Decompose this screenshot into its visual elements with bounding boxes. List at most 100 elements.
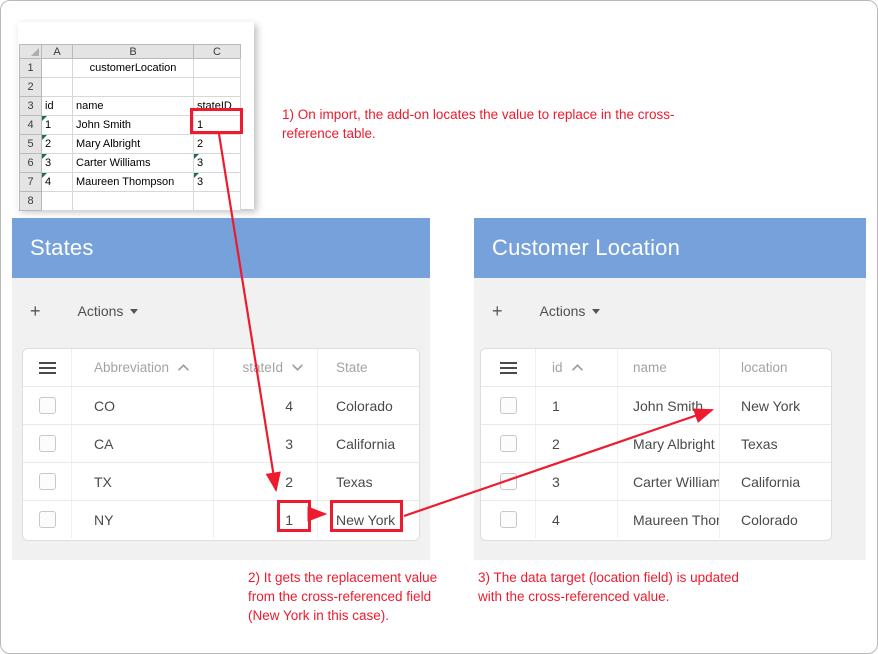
cell-c6: 3	[193, 153, 241, 173]
hamburger-icon	[38, 359, 56, 377]
cell-a4: 1	[41, 115, 73, 135]
error-flag-icon	[42, 135, 47, 140]
row-checkbox[interactable]	[38, 435, 56, 452]
row-checkbox[interactable]	[499, 397, 517, 414]
cell-c2	[193, 77, 241, 97]
table-row: 2 Mary Albright Texas	[481, 424, 831, 462]
cell-c5: 2	[193, 134, 241, 154]
id-cell: 2	[535, 425, 617, 462]
cell-c8	[193, 191, 241, 211]
table-menu-button[interactable]	[23, 349, 71, 386]
column-header-location[interactable]: location	[719, 349, 829, 386]
customer-table-header-row: id name location	[481, 349, 831, 386]
actions-dropdown[interactable]: Actions	[540, 303, 601, 319]
row-checkbox[interactable]	[38, 473, 56, 490]
error-flag-icon	[194, 154, 199, 159]
stateid-cell: 3	[213, 425, 317, 462]
stateid-cell: 4	[213, 387, 317, 424]
abbreviation-cell: NY	[71, 501, 213, 538]
hamburger-icon	[499, 359, 517, 377]
chevron-up-icon	[571, 364, 583, 371]
row-checkbox[interactable]	[499, 473, 517, 490]
chevron-up-icon	[178, 364, 189, 371]
table-row: CA 3 California	[23, 424, 419, 462]
cell-a1	[41, 58, 73, 78]
state-cell: Colorado	[317, 387, 417, 424]
add-record-button[interactable]: +	[492, 302, 503, 320]
row-header: 1	[19, 58, 42, 78]
error-flag-icon	[42, 154, 47, 159]
column-header-abbreviation[interactable]: Abbreviation	[71, 349, 213, 386]
table-menu-button[interactable]	[481, 349, 535, 386]
row-header: 3	[19, 96, 42, 116]
cell-c1	[193, 58, 241, 78]
highlight-box-source-value	[190, 108, 243, 134]
states-toolbar: + Actions	[12, 278, 430, 320]
id-cell: 4	[535, 501, 617, 538]
corner-triangle-icon	[31, 48, 39, 56]
caret-down-icon	[130, 308, 139, 314]
row-checkbox[interactable]	[499, 435, 517, 452]
column-header-name[interactable]: name	[617, 349, 719, 386]
column-header-state[interactable]: State	[317, 349, 417, 386]
add-record-button[interactable]: +	[30, 302, 41, 320]
error-flag-icon	[42, 173, 47, 178]
row-header: 8	[19, 191, 42, 211]
actions-dropdown[interactable]: Actions	[78, 303, 139, 319]
cell-b4: John Smith	[72, 115, 194, 135]
table-row: TX 2 Texas	[23, 462, 419, 500]
abbreviation-cell: CO	[71, 387, 213, 424]
column-header-a: A	[41, 44, 73, 59]
states-panel-header: States	[12, 218, 430, 278]
stateid-cell: 2	[213, 463, 317, 500]
annotation-step-2: 2) It gets the replacement value from th…	[248, 570, 438, 623]
panel-title: Customer Location	[492, 235, 681, 260]
row-checkbox[interactable]	[38, 397, 56, 414]
row-header: 7	[19, 172, 42, 192]
error-flag-icon	[194, 173, 199, 178]
cell-b5: Mary Albright	[72, 134, 194, 154]
column-header-c: C	[193, 44, 241, 59]
id-cell: 1	[535, 387, 617, 424]
abbreviation-cell: TX	[71, 463, 213, 500]
name-cell: Carter Williams	[617, 463, 719, 500]
location-cell: California	[719, 463, 829, 500]
cell-a3-id-header: id	[41, 96, 73, 116]
caret-down-icon	[592, 308, 601, 314]
customer-panel-header: Customer Location	[474, 218, 866, 278]
location-cell: New York	[719, 387, 829, 424]
error-flag-icon	[42, 116, 47, 121]
states-table-header-row: Abbreviation stateId State	[23, 349, 419, 386]
abbreviation-cell: CA	[71, 425, 213, 462]
row-header: 2	[19, 77, 42, 97]
table-row: CO 4 Colorado	[23, 386, 419, 424]
column-header-stateid[interactable]: stateId	[213, 349, 317, 386]
cell-a8	[41, 191, 73, 211]
customer-panel-body: + Actions id name location 1 John Smith …	[474, 278, 866, 560]
state-cell: Texas	[317, 463, 417, 500]
row-checkbox[interactable]	[38, 511, 56, 528]
row-checkbox[interactable]	[499, 511, 517, 528]
cell-b7: Maureen Thompson	[72, 172, 194, 192]
state-cell: California	[317, 425, 417, 462]
cell-a6: 3	[41, 153, 73, 173]
row-header: 4	[19, 115, 42, 135]
name-cell: Maureen Thompson	[617, 501, 719, 538]
row-header: 6	[19, 153, 42, 173]
cell-c7: 3	[193, 172, 241, 192]
cell-b2	[72, 77, 194, 97]
annotation-step-3: 3) The data target (location field) is u…	[478, 570, 739, 604]
table-row: 1 John Smith New York	[481, 386, 831, 424]
panel-title: States	[30, 235, 94, 260]
column-header-id[interactable]: id	[535, 349, 617, 386]
annotation-step-1: 1) On import, the add-on locates the val…	[282, 107, 675, 141]
cell-a7: 4	[41, 172, 73, 192]
chevron-down-icon	[292, 364, 303, 371]
customer-table: id name location 1 John Smith New York 2	[480, 348, 832, 541]
row-header: 5	[19, 134, 42, 154]
cell-a5: 2	[41, 134, 73, 154]
customer-toolbar: + Actions	[474, 278, 866, 320]
cell-b8	[72, 191, 194, 211]
name-cell: Mary Albright	[617, 425, 719, 462]
location-cell: Texas	[719, 425, 829, 462]
